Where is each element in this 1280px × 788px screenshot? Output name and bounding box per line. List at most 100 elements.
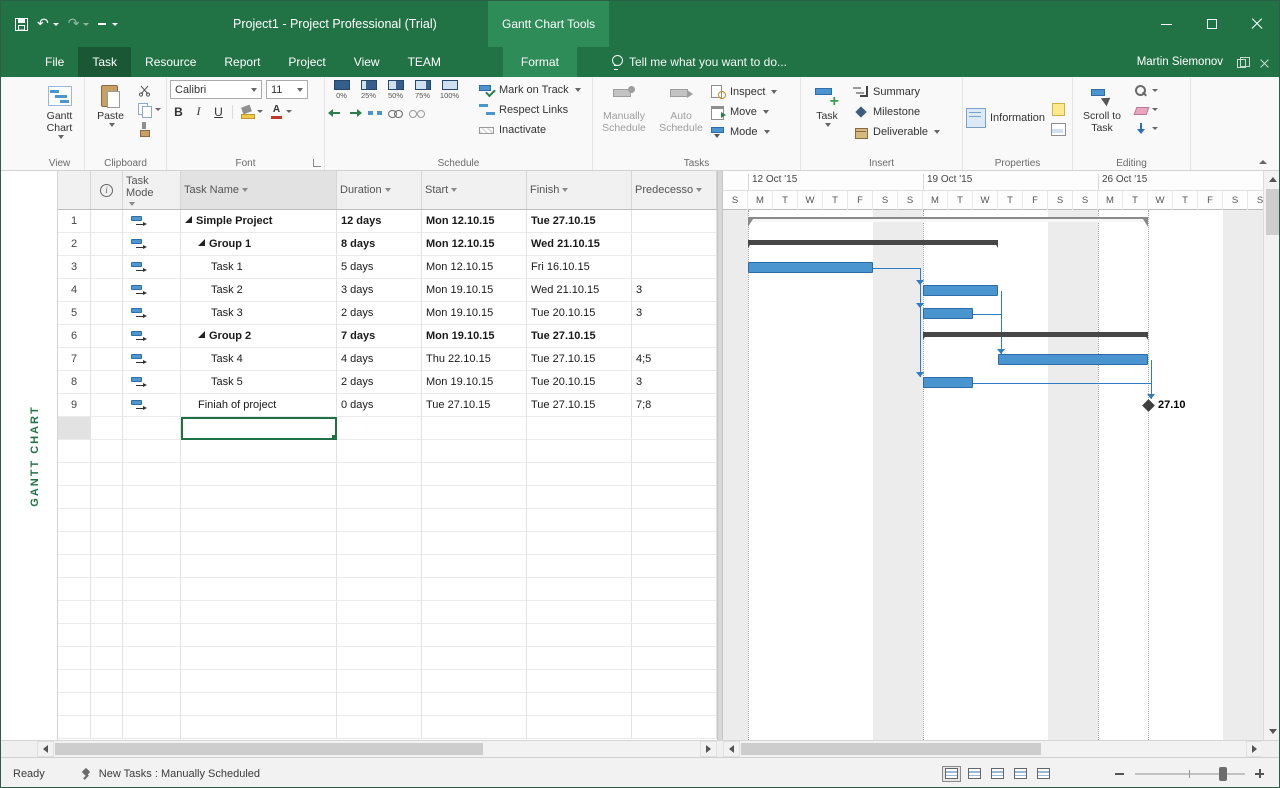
indent-task-icon[interactable] <box>348 107 362 119</box>
manually-schedule-button[interactable]: Manually Schedule <box>596 80 652 155</box>
duration-cell[interactable] <box>337 486 422 509</box>
summary-bar[interactable] <box>748 240 998 245</box>
task-mode-cell[interactable] <box>123 210 181 233</box>
row-id-cell[interactable]: 7 <box>58 348 91 371</box>
start-cell[interactable]: Mon 19.10.15 <box>422 302 527 325</box>
maximize-button[interactable] <box>1189 1 1234 47</box>
duration-cell[interactable] <box>337 555 422 578</box>
row-id-cell[interactable]: 1 <box>58 210 91 233</box>
task-mode-cell[interactable] <box>123 624 181 647</box>
predecessors-cell[interactable] <box>632 716 717 739</box>
chart-horizontal-scrollbar[interactable] <box>723 741 1263 757</box>
predecessors-cell[interactable] <box>632 509 717 532</box>
notes-button[interactable] <box>1048 100 1068 117</box>
save-button[interactable] <box>15 18 28 31</box>
tell-me-box[interactable]: Tell me what you want to do... <box>611 47 787 77</box>
column-header-finish[interactable]: Finish <box>527 171 632 209</box>
finish-cell[interactable]: Fri 16.10.15 <box>527 256 632 279</box>
task-name-cell[interactable] <box>181 440 337 463</box>
report-view-shortcut[interactable] <box>1034 766 1053 782</box>
predecessors-cell[interactable] <box>632 555 717 578</box>
row-info-cell[interactable] <box>91 716 123 739</box>
row-id-cell[interactable]: 6 <box>58 325 91 348</box>
font-size-combo[interactable]: 11 <box>266 80 308 99</box>
filter-dropdown-icon[interactable] <box>242 188 248 192</box>
column-header-duration[interactable]: Duration <box>337 171 422 209</box>
predecessors-cell[interactable] <box>632 578 717 601</box>
scroll-down-button[interactable] <box>1264 723 1280 740</box>
tab-view[interactable]: View <box>340 47 394 77</box>
row-id-cell[interactable]: 2 <box>58 233 91 256</box>
start-cell[interactable]: Mon 19.10.15 <box>422 325 527 348</box>
column-header-predecessors[interactable]: Predecesso <box>632 171 717 209</box>
fill-button[interactable] <box>1131 120 1160 137</box>
summary-bar[interactable] <box>923 332 1148 337</box>
predecessors-cell[interactable] <box>632 463 717 486</box>
row-id-cell[interactable] <box>58 486 91 509</box>
start-cell[interactable] <box>422 486 527 509</box>
duration-cell[interactable]: 2 days <box>337 302 422 325</box>
row-info-cell[interactable] <box>91 210 123 233</box>
start-cell[interactable]: Mon 12.10.15 <box>422 210 527 233</box>
undo-button[interactable]: ↶ <box>37 17 59 31</box>
task-name-cell[interactable]: Finiah of project <box>181 394 337 417</box>
row-info-cell[interactable] <box>91 555 123 578</box>
task-name-cell[interactable] <box>181 555 337 578</box>
row-id-cell[interactable] <box>58 624 91 647</box>
finish-cell[interactable]: Tue 27.10.15 <box>527 325 632 348</box>
task-bar[interactable] <box>923 377 973 388</box>
task-mode-cell[interactable] <box>123 555 181 578</box>
predecessors-cell[interactable] <box>632 325 717 348</box>
row-info-cell[interactable] <box>91 256 123 279</box>
task-name-cell[interactable] <box>181 463 337 486</box>
inactivate-button[interactable]: Inactivate <box>479 120 581 139</box>
auto-schedule-button[interactable]: Auto Schedule <box>655 80 707 155</box>
close-window-icon[interactable] <box>1260 59 1269 68</box>
finish-cell[interactable]: Tue 27.10.15 <box>527 348 632 371</box>
link-tasks-icon[interactable] <box>388 107 403 119</box>
row-id-cell[interactable]: 9 <box>58 394 91 417</box>
row-id-cell[interactable] <box>58 578 91 601</box>
task-name-cell[interactable] <box>181 624 337 647</box>
collapse-triangle-icon[interactable] <box>185 216 192 223</box>
finish-cell[interactable]: Wed 21.10.15 <box>527 233 632 256</box>
respect-links-button[interactable]: Respect Links <box>479 100 581 119</box>
task-name-cell[interactable]: Task 3 <box>181 302 337 325</box>
resource-sheet-view-shortcut[interactable] <box>1011 766 1030 782</box>
column-header-info[interactable]: i <box>91 171 123 209</box>
duration-cell[interactable] <box>337 601 422 624</box>
task-mode-cell[interactable] <box>123 693 181 716</box>
row-info-cell[interactable] <box>91 417 123 440</box>
start-cell[interactable]: Thu 22.10.15 <box>422 348 527 371</box>
predecessors-cell[interactable] <box>632 601 717 624</box>
row-id-cell[interactable] <box>58 601 91 624</box>
start-cell[interactable] <box>422 647 527 670</box>
task-mode-cell[interactable] <box>123 670 181 693</box>
predecessors-cell[interactable] <box>632 670 717 693</box>
start-cell[interactable]: Mon 19.10.15 <box>422 371 527 394</box>
task-mode-cell[interactable] <box>123 325 181 348</box>
row-id-cell[interactable]: 5 <box>58 302 91 325</box>
finish-cell[interactable] <box>527 670 632 693</box>
row-id-cell[interactable]: 3 <box>58 256 91 279</box>
redo-button[interactable]: ↷ <box>68 17 90 31</box>
active-cell-fill-handle[interactable] <box>331 434 336 439</box>
start-cell[interactable] <box>422 555 527 578</box>
row-info-cell[interactable] <box>91 486 123 509</box>
task-name-cell[interactable]: Simple Project <box>181 210 337 233</box>
finish-cell[interactable] <box>527 601 632 624</box>
row-info-cell[interactable] <box>91 440 123 463</box>
information-button[interactable]: Information <box>966 108 1045 128</box>
duration-cell[interactable] <box>337 647 422 670</box>
italic-button[interactable]: I <box>190 103 207 120</box>
duration-cell[interactable]: 7 days <box>337 325 422 348</box>
predecessors-cell[interactable]: 4;5 <box>632 348 717 371</box>
duration-cell[interactable]: 12 days <box>337 210 422 233</box>
predecessors-cell[interactable] <box>632 256 717 279</box>
start-cell[interactable] <box>422 578 527 601</box>
task-name-cell[interactable] <box>181 716 337 739</box>
filter-dropdown-icon[interactable] <box>129 202 135 206</box>
move-button[interactable]: Move <box>710 102 777 121</box>
task-mode-cell[interactable] <box>123 463 181 486</box>
percent-50-button[interactable]: 50% <box>382 80 409 100</box>
